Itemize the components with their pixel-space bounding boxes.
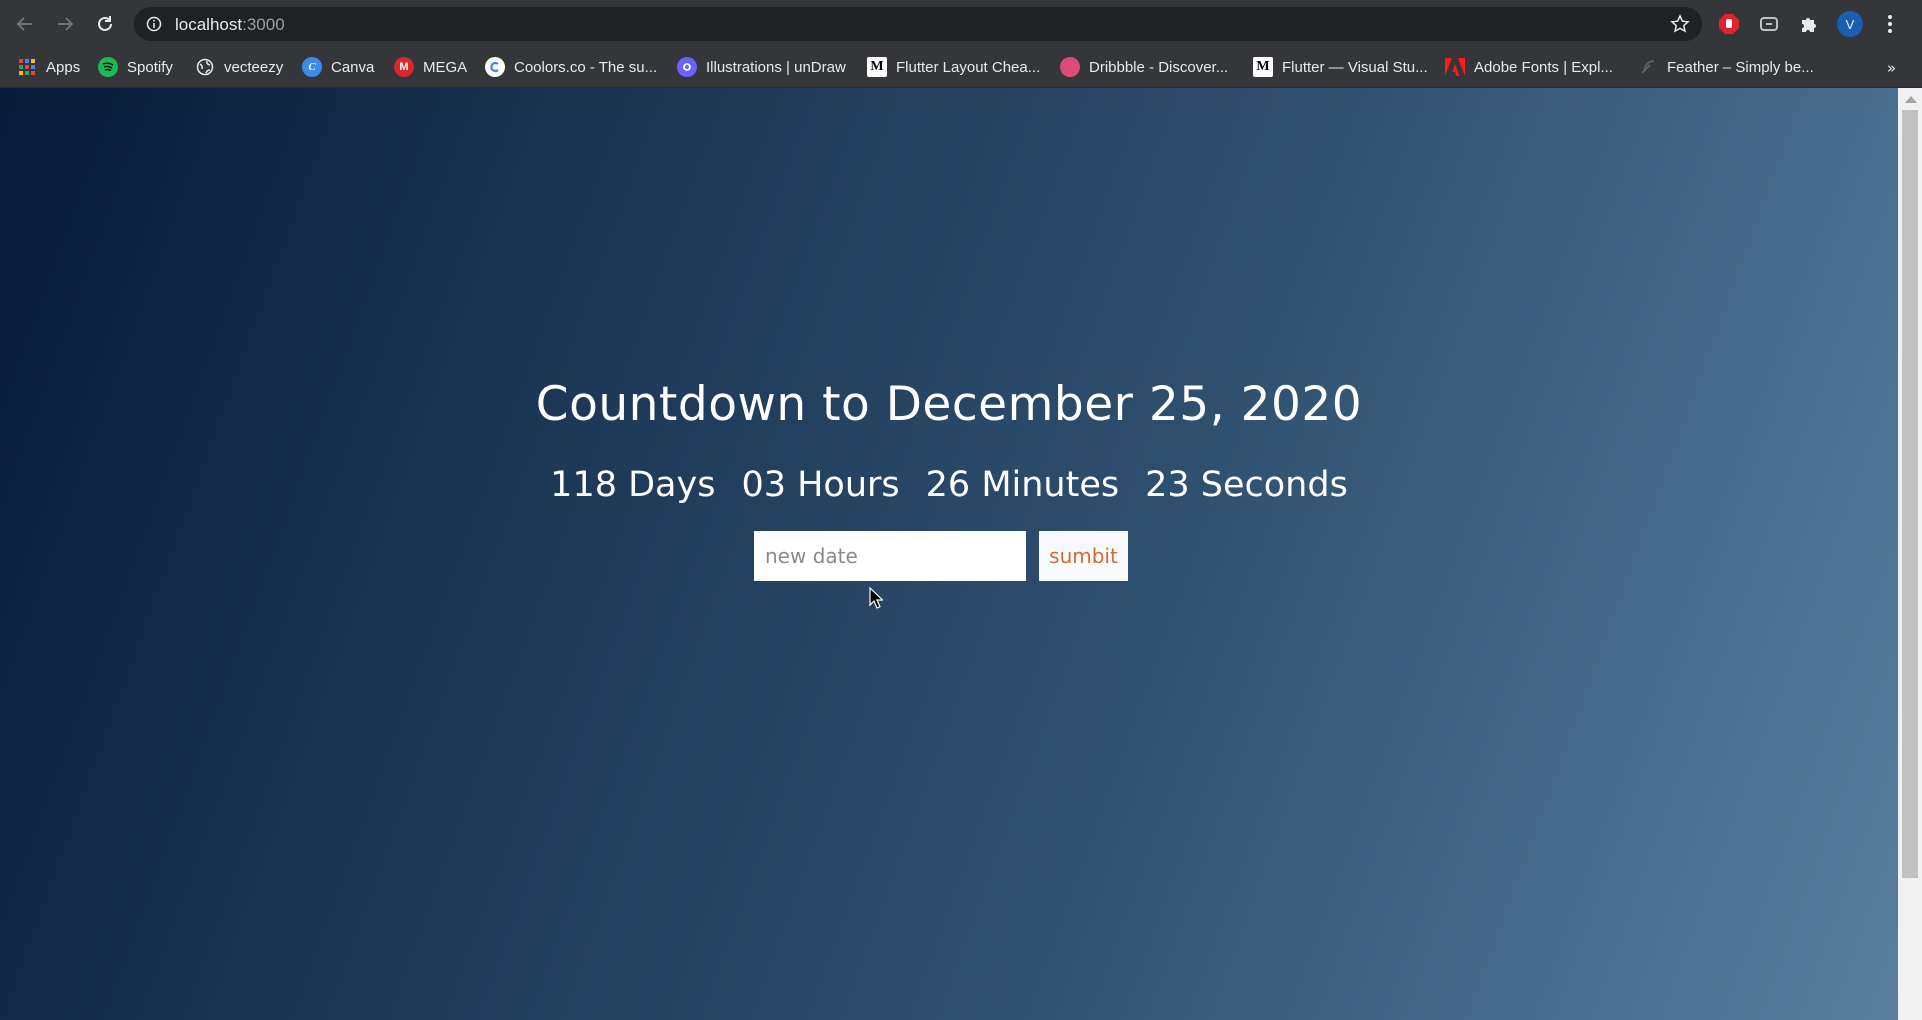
new-date-input[interactable] [754,531,1026,581]
url-text[interactable]: localhost:3000 [175,15,285,35]
bookmark-canva[interactable]: C Canva [302,56,374,78]
bookmarks-bar: Apps Spotify vecteezy C Canva M MEGA Coo… [0,47,1922,88]
dribbble-icon [1060,57,1080,77]
url-port: :3000 [242,15,285,34]
url-host: localhost [175,15,243,34]
bookmarks-overflow-button[interactable]: » [1887,59,1896,77]
bookmark-undraw[interactable]: Illustrations | unDraw [677,56,846,78]
bookmark-label: Canva [331,58,375,76]
forward-button[interactable] [51,10,79,38]
bookmark-vecteezy[interactable]: vecteezy [195,56,283,78]
undraw-icon [677,57,697,77]
bookmark-label: Flutter Layout Chea... [896,58,1041,76]
bookmark-label: Coolors.co - The su... [514,58,658,76]
scrollbar-thumb[interactable] [1902,110,1918,878]
bookmark-flutter-visual[interactable]: M Flutter — Visual Stu... [1253,56,1428,78]
medium-icon: M [867,57,887,77]
bookmark-label: Illustrations | unDraw [706,58,846,76]
scroll-up-arrow-icon[interactable] [1905,96,1917,103]
bookmark-flutter-layout[interactable]: M Flutter Layout Chea... [867,56,1040,78]
arrow-right-icon [58,17,74,31]
medium-icon: M [1253,57,1273,77]
adobe-icon [1445,57,1465,77]
vertical-scrollbar[interactable] [1898,88,1922,1020]
apps-grid-icon [17,57,37,77]
coolors-icon [485,57,505,77]
countdown-hours: 03 Hours [741,465,900,505]
bookmark-label: Apps [46,58,81,76]
site-info-icon[interactable] [146,16,162,32]
feather-icon [1638,57,1658,77]
bookmark-label: Dribbble - Discover... [1089,58,1229,76]
puzzle-icon [1802,18,1816,32]
bookmark-coolors[interactable]: Coolors.co - The su... [485,56,657,78]
countdown-minutes: 26 Minutes [925,465,1120,505]
bookmark-label: Feather – Simply be... [1667,58,1814,76]
back-button[interactable] [11,10,39,38]
bookmark-label: vecteezy [224,58,284,76]
arrow-left-icon [16,17,32,31]
kebab-menu-icon [1888,15,1892,33]
sync-icon [1760,17,1778,31]
bookmark-spotify[interactable]: Spotify [98,56,173,78]
extensions-button[interactable] [1797,12,1821,36]
bookmark-star-icon[interactable] [1670,14,1690,34]
extension-sync[interactable] [1757,12,1781,36]
bookmark-dribbble[interactable]: Dribbble - Discover... [1060,56,1228,78]
reload-icon [98,16,112,31]
browser-toolbar: localhost:3000 V [0,0,1922,47]
reload-button[interactable] [91,10,119,38]
bookmark-mega[interactable]: M MEGA [394,56,467,78]
browser-menu-button[interactable] [1878,12,1902,36]
countdown-seconds: 23 Seconds [1145,465,1348,505]
countdown-days: 118 Days [550,465,716,505]
mouse-cursor-icon [869,587,883,609]
submit-button[interactable]: sumbit [1039,531,1128,581]
bookmark-feather[interactable]: Feather – Simply be... [1638,56,1814,78]
bookmark-adobe-fonts[interactable]: Adobe Fonts | Expl... [1445,56,1613,78]
bookmark-apps[interactable]: Apps [17,56,80,78]
countdown-display: 118 Days 03 Hours 26 Minutes 23 Seconds [0,465,1898,505]
profile-avatar[interactable]: V [1837,11,1863,37]
extension-adblock[interactable] [1717,12,1741,36]
mega-icon: M [394,57,414,77]
bookmark-label: Adobe Fonts | Expl... [1474,58,1613,76]
bookmark-label: Flutter — Visual Stu... [1282,58,1428,76]
bookmark-label: Spotify [127,58,173,76]
canva-icon: C [302,57,322,77]
spotify-icon [98,57,118,77]
bookmark-label: MEGA [423,58,468,76]
page-title: Countdown to December 25, 2020 [535,377,1363,432]
globe-icon [195,57,215,77]
stop-hand-icon [1719,14,1739,34]
browser-chrome: localhost:3000 V Apps Spotify vecteezy C… [0,0,1922,88]
address-bar[interactable]: localhost:3000 [134,7,1702,41]
